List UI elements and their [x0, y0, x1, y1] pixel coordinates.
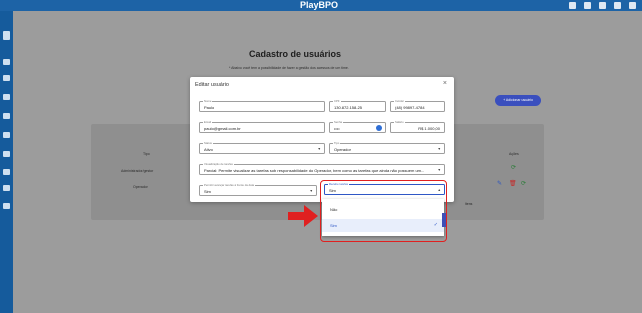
chevron-down-icon: ▼	[309, 189, 313, 193]
email-field[interactable]: Email paulo@gmail.com.br	[199, 120, 325, 133]
column-header-actions: Ações	[509, 152, 519, 156]
password-field[interactable]: Senha ••••	[329, 120, 386, 133]
status-select[interactable]: Status Ativo ▼	[199, 141, 325, 154]
add-user-button[interactable]: + Adicionar usuário	[495, 95, 541, 106]
chevron-down-icon: ▼	[437, 168, 441, 172]
money-icon[interactable]	[3, 185, 10, 191]
report-icon[interactable]	[3, 169, 10, 175]
top-bar: PlayBPO	[0, 0, 642, 11]
clock-icon[interactable]	[3, 132, 10, 138]
toggle-icon[interactable]: ⟳	[521, 180, 526, 187]
delete-icon[interactable]: 🗑	[509, 180, 517, 187]
building-icon[interactable]	[3, 203, 10, 209]
pager-label: ltens	[465, 202, 473, 206]
users-icon[interactable]	[3, 94, 10, 100]
cpf-field[interactable]: CPF 130.872.158-25	[329, 99, 386, 112]
list-icon[interactable]	[584, 2, 591, 9]
advance-tasks-select[interactable]: Permitir avançar tarefas à frente da dat…	[199, 183, 317, 196]
home-icon[interactable]	[3, 59, 10, 65]
column-header-type: Tipo	[143, 152, 150, 156]
table-row: Operador	[133, 185, 148, 189]
toggle-icon[interactable]: ⟳	[511, 164, 516, 171]
table-row: Administrador/gestor	[121, 169, 154, 173]
salary-field[interactable]: Salário R$ 1.000,00	[390, 120, 445, 133]
sort-icon[interactable]	[3, 151, 10, 157]
arrow-icon	[288, 205, 318, 227]
brand-logo: PlayBPO	[300, 0, 339, 10]
chevron-down-icon: ▼	[317, 147, 321, 151]
page-title: Cadastro de usuários	[249, 49, 342, 59]
edit-icon[interactable]: ✎	[497, 180, 502, 187]
calendar-icon[interactable]	[599, 2, 606, 9]
chevron-down-icon: ▼	[437, 147, 441, 151]
top-icons	[569, 2, 636, 9]
eye-icon[interactable]	[376, 125, 382, 131]
task-visibility-select[interactable]: Visualização de tarefas Parcial: Permite…	[199, 162, 445, 175]
graduation-icon[interactable]	[614, 2, 621, 9]
close-icon[interactable]: ×	[443, 80, 447, 87]
name-field[interactable]: Nome Paulo	[199, 99, 325, 112]
phone-field[interactable]: Celular (48) 99897-4784	[390, 99, 445, 112]
modal-title: Editar usuário	[195, 82, 229, 88]
highlight-box	[320, 180, 447, 242]
page-subtitle: * Abaixo você tem a possibilidade de faz…	[229, 66, 349, 70]
user-icon[interactable]	[629, 2, 636, 9]
chart-icon[interactable]	[3, 75, 10, 81]
list-icon[interactable]	[3, 113, 10, 119]
sidebar	[0, 11, 13, 313]
video-icon[interactable]	[569, 2, 576, 9]
expand-chevron-icon[interactable]	[3, 31, 10, 40]
type-select[interactable]: Tipo Operador ▼	[329, 141, 445, 154]
